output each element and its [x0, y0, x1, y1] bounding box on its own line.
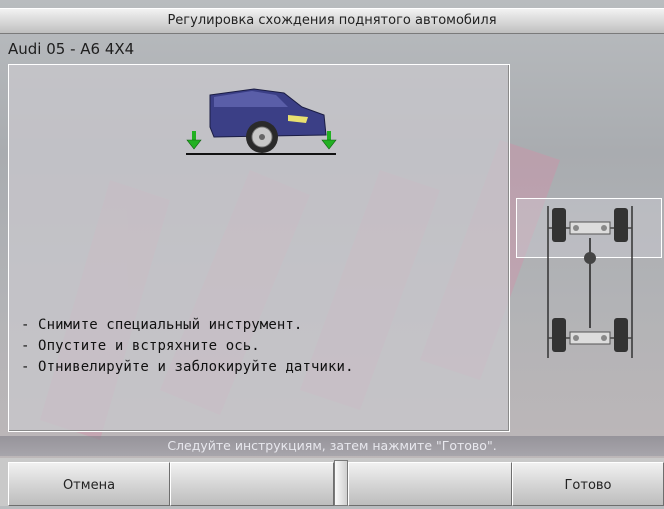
done-button[interactable]: Готово — [512, 462, 664, 506]
vehicle-name: Audi 05 - A6 4X4 — [8, 40, 135, 58]
instruction-panel: - Снимите специальный инструмент. - Опус… — [8, 64, 510, 432]
toolbar-button-2[interactable] — [170, 462, 334, 506]
cancel-button[interactable]: Отмена — [8, 462, 170, 506]
car-icon — [186, 88, 337, 155]
instruction-line-1: - Снимите специальный инструмент. — [21, 317, 303, 333]
status-hint: Следуйте инструкциям, затем нажмите "Гот… — [0, 436, 664, 456]
toolbar-button-3[interactable] — [348, 462, 512, 506]
toolbar-separator-handle — [334, 460, 348, 506]
chassis-diagram-icon — [547, 206, 633, 358]
instruction-list: - Снимите специальный инструмент. - Опус… — [21, 315, 354, 378]
instruction-line-2: - Опустите и встряхните ось. — [21, 338, 260, 354]
instruction-line-3: - Отнивелируйте и заблокируйте датчики. — [21, 359, 354, 375]
window-title: Регулировка схождения поднятого автомоби… — [0, 8, 664, 34]
lower-arrow-icon — [186, 131, 202, 150]
